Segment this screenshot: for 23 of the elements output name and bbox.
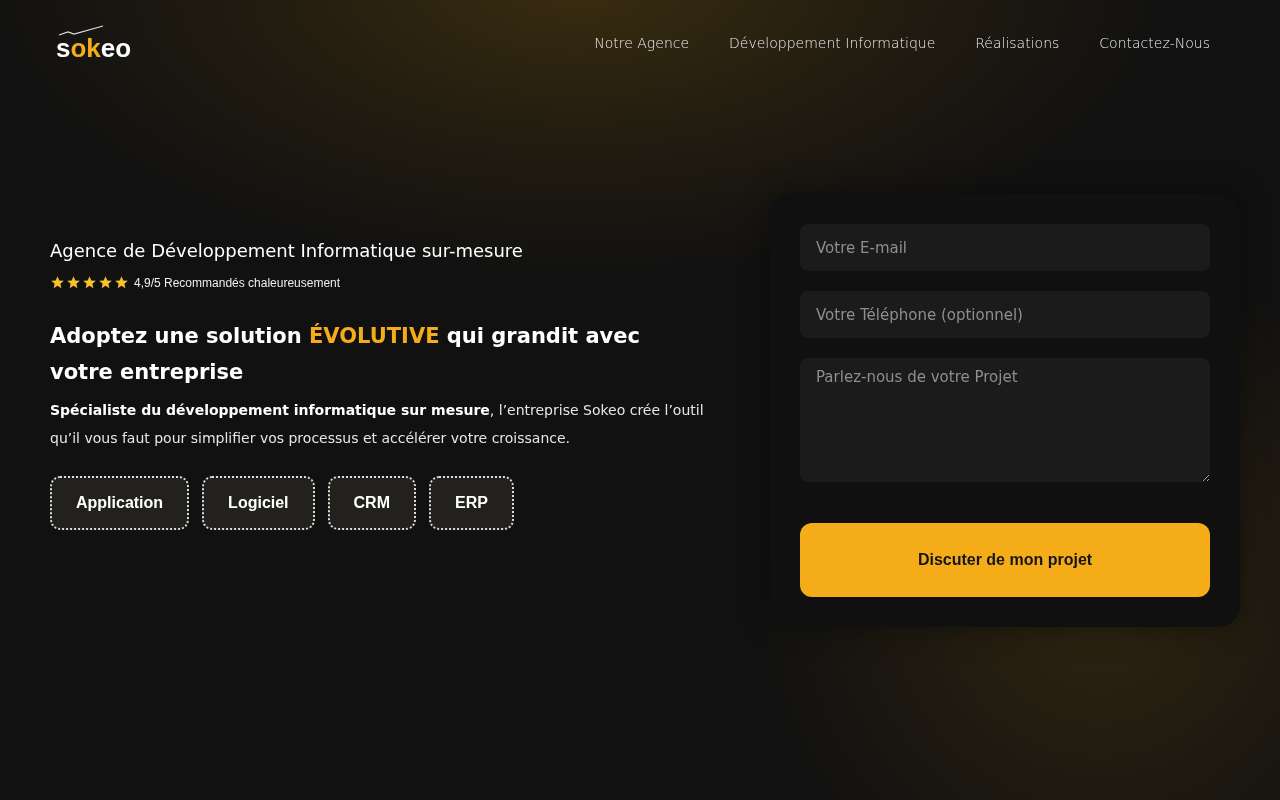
headline: Adoptez une solution ÉVOLUTIVE qui grandit avec votre entreprise [50, 322, 641, 386]
service-tag: ERP [429, 476, 514, 530]
input-field[interactable]: Votre Téléphone (optionnel) [800, 291, 1210, 338]
nav-link[interactable]: Notre Agence [594, 35, 690, 51]
nav-link[interactable]: Réalisations [975, 35, 1060, 51]
submit-button[interactable]: Discuter de mon projet [800, 523, 1210, 597]
description: Spécialiste du développement informatique sur mesure, l’entreprise Sokeo crée l’outil qu’il vous faut pour simplifier vos processus et accélérer votre croissance. [50, 401, 705, 448]
star-icon [50, 275, 65, 290]
trend-line-icon [58, 25, 104, 37]
star-icon [82, 275, 97, 290]
sokeo-logo[interactable]: sokeo [56, 25, 132, 61]
message-field[interactable]: Parlez-nous de votre Projet [800, 358, 1210, 482]
eyebrow-heading: Agence de Développement Informatique sur-mesure [50, 240, 524, 261]
nav-link[interactable]: Développement Informatique [729, 35, 936, 51]
nav-link[interactable]: Contactez-Nous [1099, 35, 1210, 51]
star-icon [66, 275, 81, 290]
input-field[interactable]: Votre E-mail [800, 224, 1210, 271]
star-icon [114, 275, 129, 290]
service-tag: Application [50, 476, 190, 530]
service-tag: Logiciel [202, 476, 315, 530]
rating-text: 4,9/5 Recommandés chaleureusement [134, 275, 341, 290]
service-tag: CRM [327, 476, 416, 530]
star-icon [98, 275, 113, 290]
